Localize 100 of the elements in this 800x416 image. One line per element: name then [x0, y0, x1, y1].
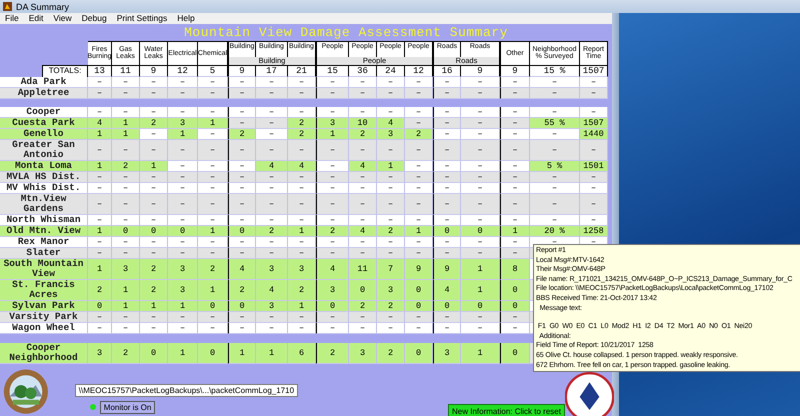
table-cell: – [433, 76, 461, 88]
table-cell: 3 [112, 259, 140, 280]
table-cell: 3 [168, 118, 198, 130]
table-cell: 2 [377, 226, 405, 238]
new-information-button[interactable]: New Information: Click to reset [448, 404, 565, 416]
table-cell: – [433, 161, 461, 172]
menu-item[interactable]: File [0, 13, 24, 24]
menu-item[interactable]: View [48, 13, 77, 24]
table-cell: – [405, 183, 433, 194]
neighborhood-name: MV Whis Dist. [0, 183, 88, 194]
neighborhood-name: Genello [0, 129, 88, 140]
table-cell: 2 [140, 118, 168, 130]
total-cell: 9 [140, 64, 168, 77]
table-cell: 0 [433, 301, 461, 312]
table-cell: – [140, 194, 168, 216]
table-cell: – [228, 172, 256, 184]
table-cell: 6 [288, 342, 316, 364]
log-path-field[interactable]: \\MEOC15757\PacketLogBackups\...\packetCommLog_1710 [74, 384, 298, 397]
table-cell: – [433, 248, 461, 260]
total-cell: 17 [256, 64, 288, 77]
table-cell: – [316, 194, 349, 216]
table-cell: 1 [256, 342, 288, 364]
table-cell: 4 [256, 280, 288, 302]
table-cell: – [461, 140, 500, 162]
table-cell: – [349, 248, 377, 260]
table-cell: – [405, 118, 433, 130]
table-cell: 4 [433, 280, 461, 302]
table-cell: – [198, 88, 228, 99]
table-cell: – [349, 183, 377, 194]
menu-item[interactable]: Help [172, 13, 200, 24]
table-cell: – [88, 183, 112, 194]
table-cell: 1 [461, 259, 500, 280]
table-cell: – [140, 129, 168, 140]
table-cell: – [433, 323, 461, 334]
table-cell: – [88, 215, 112, 226]
table-cell: 4 [349, 161, 377, 172]
table-cell: – [377, 88, 405, 99]
table-cell: 1 [140, 161, 168, 172]
menu-item[interactable]: Print Settings [112, 13, 172, 24]
table-cell: – [461, 194, 500, 216]
table-cell: – [228, 140, 256, 162]
table-cell: 1 [88, 226, 112, 238]
table-cell: 9 [405, 259, 433, 280]
table-cell: 3 [256, 301, 288, 312]
table-cell: 4 [349, 226, 377, 238]
neighborhood-name: Old Mtn. View [0, 226, 88, 238]
table-cell: – [168, 76, 198, 88]
table-cell: – [316, 107, 349, 118]
table-cell: – [88, 76, 112, 88]
table-cell: – [377, 215, 405, 226]
table-cell: – [500, 172, 530, 184]
table-cell: 2 [228, 129, 256, 140]
table-cell: 1 [168, 129, 198, 140]
menu-item[interactable]: Edit [24, 13, 48, 24]
table-cell: – [433, 215, 461, 226]
table-cell: – [500, 194, 530, 216]
table-cell: 2 [316, 226, 349, 238]
table-cell: 4 [88, 118, 112, 130]
table-cell: – [198, 76, 228, 88]
menu-item[interactable]: Debug [76, 13, 112, 24]
table-cell: – [288, 312, 316, 324]
table-cell: – [168, 248, 198, 260]
total-cell: 15 % [530, 64, 580, 77]
table-cell: – [228, 76, 256, 88]
table-cell: – [228, 312, 256, 324]
table-cell: 1 [288, 301, 316, 312]
table-cell: – [288, 172, 316, 184]
table-cell: 7 [377, 259, 405, 280]
neighborhood-name: St. Francis Acres [0, 280, 88, 302]
table-cell: – [405, 140, 433, 162]
table-cell: – [349, 172, 377, 184]
table-cell: – [288, 215, 316, 226]
table-cell: 0 [88, 301, 112, 312]
table-cell: 3 [88, 342, 112, 364]
table-cell: 0 [349, 280, 377, 302]
table-cell: – [198, 172, 228, 184]
table-cell: – [377, 194, 405, 216]
table-cell: – [500, 161, 530, 172]
table-cell: – [168, 107, 198, 118]
monitor-button[interactable]: Monitor is On [100, 400, 156, 414]
table-cell: – [88, 312, 112, 324]
table-cell: – [580, 194, 608, 216]
table-cell: – [433, 312, 461, 324]
table-cell: – [88, 323, 112, 334]
table-cell: 1507 [580, 118, 608, 130]
table-cell: – [228, 248, 256, 260]
table-cell: – [228, 107, 256, 118]
table-cell: – [405, 88, 433, 99]
table-cell: – [140, 107, 168, 118]
table-cell: 1 [288, 226, 316, 238]
table-cell: – [316, 140, 349, 162]
table-cell: – [112, 183, 140, 194]
table-cell: – [198, 215, 228, 226]
table-cell: – [228, 237, 256, 248]
total-cell: 9 [461, 64, 500, 77]
neighborhood-name: Cooper [0, 107, 88, 118]
table-cell: – [140, 172, 168, 184]
table-cell: – [256, 194, 288, 216]
table-cell: 5 % [530, 161, 580, 172]
table-cell: – [88, 237, 112, 248]
